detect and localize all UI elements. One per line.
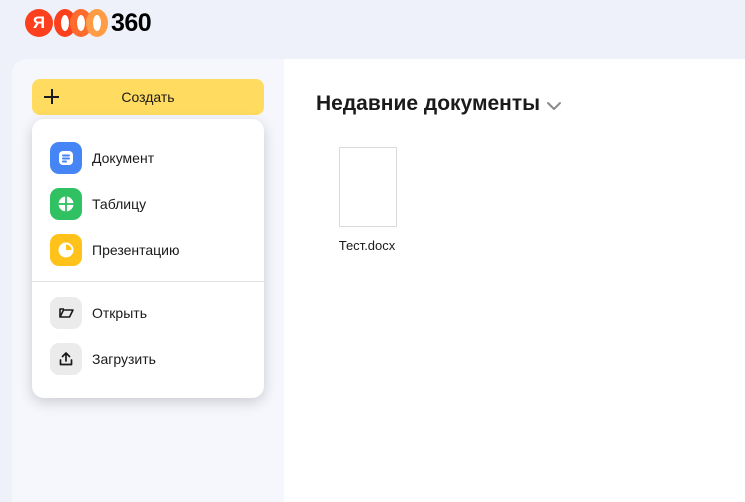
create-menu: Документ Таблицу Презентацию Открыть Заг… bbox=[32, 119, 264, 398]
menu-divider bbox=[32, 281, 264, 282]
page-title: Недавние документы bbox=[316, 92, 541, 115]
main-content bbox=[284, 59, 745, 502]
file-name: Тест.docx bbox=[338, 238, 396, 253]
menu-item-label: Таблицу bbox=[92, 196, 147, 212]
yandex-logo-icon: Я bbox=[25, 9, 53, 37]
recent-documents-header[interactable]: Недавние документы bbox=[316, 91, 562, 117]
document-icon bbox=[50, 142, 82, 174]
yandex-360-logo[interactable]: Я 360 bbox=[25, 8, 152, 38]
file-thumbnail bbox=[339, 147, 397, 227]
plus-icon bbox=[42, 87, 62, 107]
open-icon bbox=[50, 297, 82, 329]
logo-dots-icon bbox=[54, 9, 108, 37]
logo-text: 360 bbox=[111, 8, 152, 37]
upload-icon bbox=[50, 343, 82, 375]
menu-item-label: Документ bbox=[92, 150, 155, 166]
create-button-label: Создать bbox=[121, 89, 175, 105]
menu-item-label: Открыть bbox=[92, 305, 147, 321]
menu-item-open[interactable]: Открыть bbox=[32, 293, 264, 333]
menu-item-presentation[interactable]: Презентацию bbox=[32, 230, 264, 270]
menu-item-upload[interactable]: Загрузить bbox=[32, 339, 264, 379]
presentation-icon bbox=[50, 234, 82, 266]
chevron-down-icon bbox=[546, 93, 562, 117]
create-button[interactable]: Создать bbox=[32, 79, 264, 115]
menu-item-document[interactable]: Документ bbox=[32, 138, 264, 178]
menu-item-label: Презентацию bbox=[92, 242, 180, 258]
menu-item-spreadsheet[interactable]: Таблицу bbox=[32, 184, 264, 224]
file-tile[interactable]: Тест.docx bbox=[336, 147, 398, 253]
menu-item-label: Загрузить bbox=[92, 351, 156, 367]
spreadsheet-icon bbox=[50, 188, 82, 220]
